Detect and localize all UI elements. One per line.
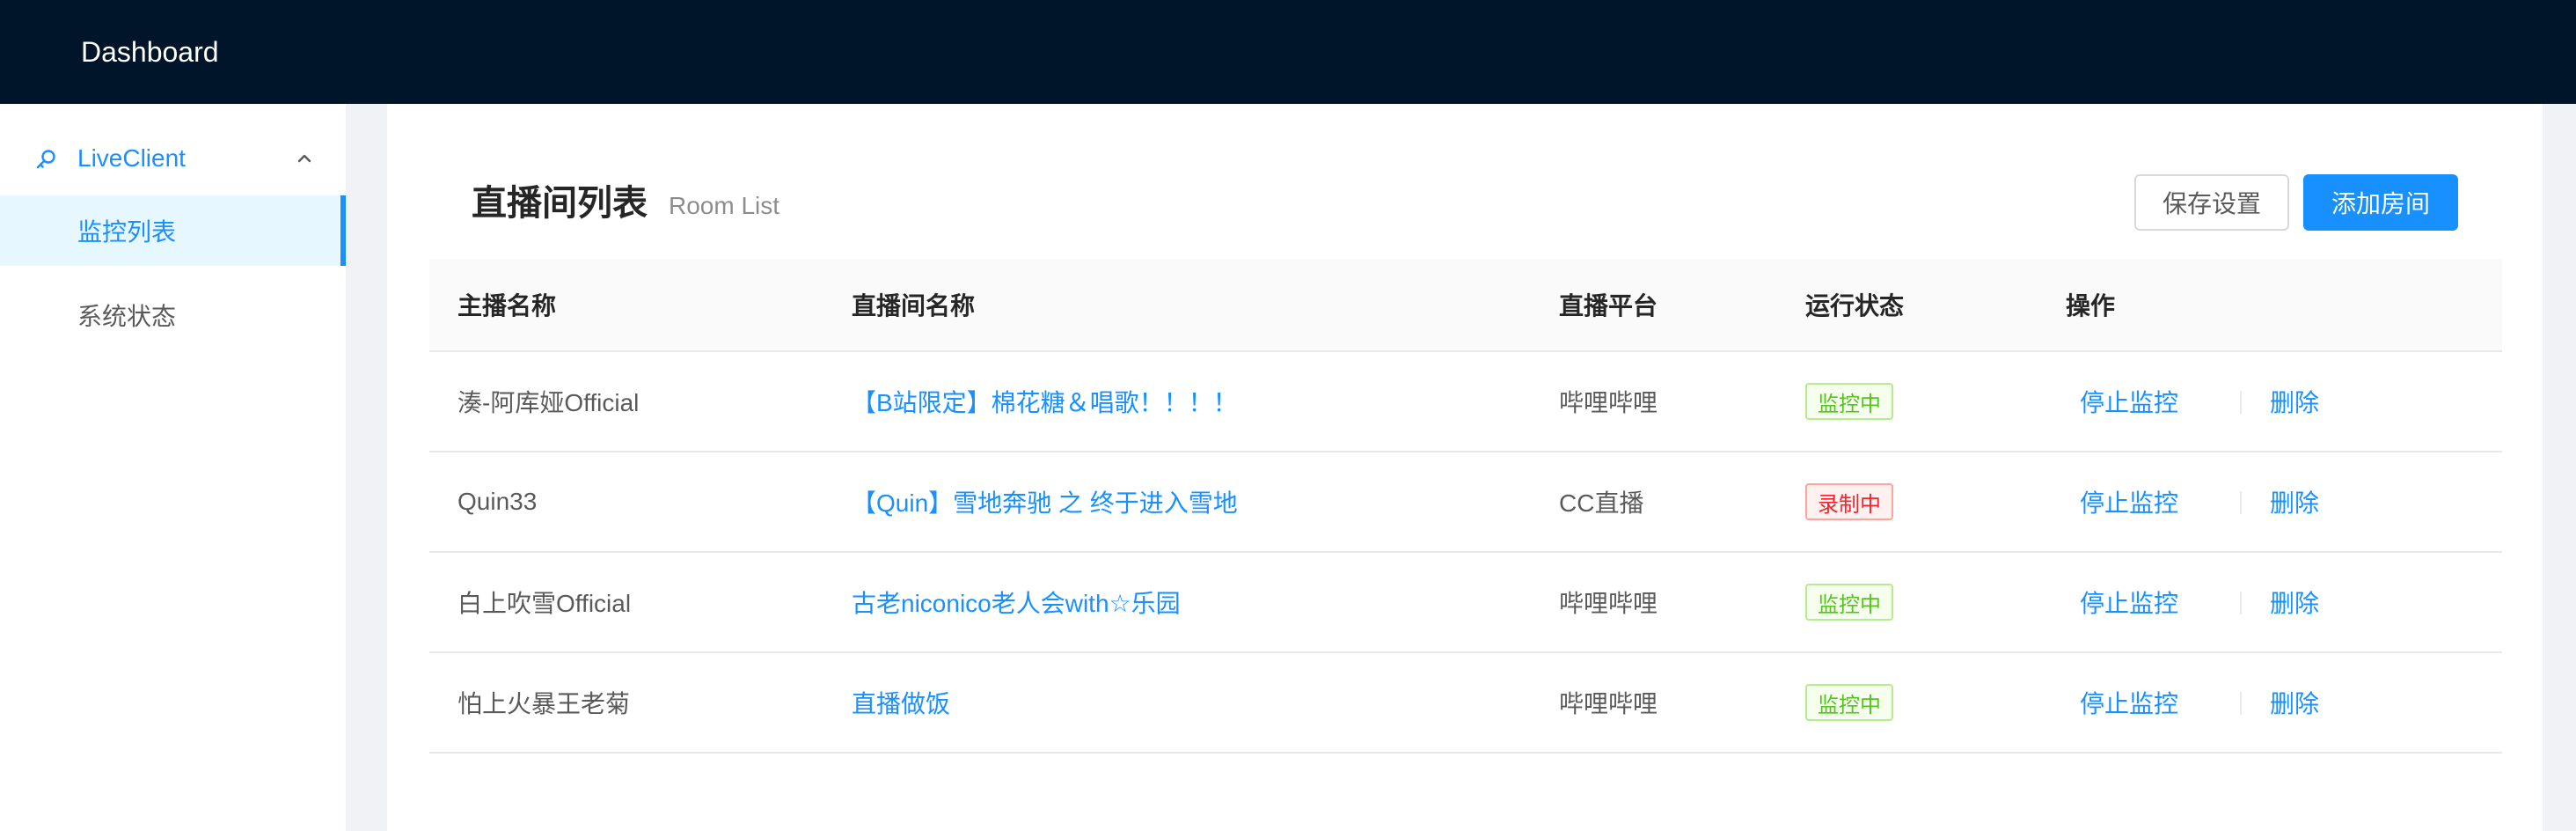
chevron-up-icon — [297, 154, 311, 163]
room-link[interactable]: 直播做饭 — [852, 653, 950, 752]
delete-link[interactable]: 删除 — [2270, 352, 2319, 451]
platform-name: 哔哩哔哩 — [1559, 389, 1658, 416]
top-header: Dashboard — [0, 0, 2576, 104]
key-icon — [36, 150, 55, 169]
streamer-name: 怕上火暴王老菊 — [457, 690, 631, 717]
status-badge: 监控中 — [1805, 584, 1893, 621]
status-cell: 录制中 — [1805, 452, 1893, 551]
table-row: 湊-阿库娅Official 【B站限定】棉花糖＆唱歌！！！！ 哔哩哔哩 监控中 … — [429, 352, 2502, 452]
stop-monitor-link[interactable]: 停止监控 — [2080, 352, 2178, 451]
platform-name: CC直播 — [1559, 489, 1644, 517]
column-header-platform: 直播平台 — [1559, 292, 1658, 320]
platform-name: 哔哩哔哩 — [1559, 590, 1658, 617]
delete-link[interactable]: 删除 — [2270, 452, 2319, 551]
streamer-name: 白上吹雪Official — [457, 590, 632, 617]
sidebar-item-monitor-list[interactable]: 监控列表 — [0, 195, 346, 266]
column-header-streamer: 主播名称 — [457, 292, 557, 320]
streamer-name: 湊-阿库娅Official — [457, 389, 640, 416]
delete-link[interactable]: 删除 — [2270, 653, 2319, 752]
room-link[interactable]: 【B站限定】棉花糖＆唱歌！！！！ — [852, 352, 1238, 451]
sidebar: LiveClient 监控列表 系统状态 — [0, 104, 346, 831]
action-divider — [2240, 491, 2242, 514]
main-content: 直播间列表 Room List 保存设置 添加房间 主播名称 直播间名称 直播平… — [387, 104, 2543, 831]
save-settings-button[interactable]: 保存设置 — [2134, 174, 2289, 231]
stop-monitor-link[interactable]: 停止监控 — [2080, 653, 2178, 752]
table-row: Quin33 【Quin】雪地奔驰 之 终于进入雪地 CC直播 录制中 停止监控… — [429, 452, 2502, 553]
column-header-actions: 操作 — [2066, 292, 2116, 320]
room-link[interactable]: 【Quin】雪地奔驰 之 终于进入雪地 — [852, 452, 1238, 551]
column-header-status: 运行状态 — [1805, 292, 1905, 320]
sidebar-item-label: 监控列表 — [77, 218, 177, 246]
status-cell: 监控中 — [1805, 553, 1893, 651]
status-cell: 监控中 — [1805, 653, 1893, 752]
table-row: 白上吹雪Official 古老niconico老人会with☆乐园 哔哩哔哩 监… — [429, 553, 2502, 653]
table-row: 怕上火暴王老菊 直播做饭 哔哩哔哩 监控中 停止监控 删除 — [429, 653, 2502, 754]
stop-monitor-link[interactable]: 停止监控 — [2080, 452, 2178, 551]
stop-monitor-link[interactable]: 停止监控 — [2080, 553, 2178, 651]
sidebar-item-label: 系统状态 — [77, 303, 177, 330]
platform-name: 哔哩哔哩 — [1559, 690, 1658, 717]
sidebar-item-system-status[interactable]: 系统状态 — [0, 280, 346, 350]
action-divider — [2240, 692, 2242, 715]
status-cell: 监控中 — [1805, 352, 1893, 451]
add-room-button[interactable]: 添加房间 — [2303, 174, 2458, 231]
status-badge: 录制中 — [1805, 483, 1893, 520]
app-title[interactable]: Dashboard — [81, 36, 219, 69]
action-divider — [2240, 592, 2242, 614]
page-title: 直播间列表 — [472, 184, 648, 223]
room-link[interactable]: 古老niconico老人会with☆乐园 — [852, 553, 1181, 651]
action-divider — [2240, 391, 2242, 414]
submenu-liveclient[interactable]: LiveClient — [0, 123, 346, 194]
page-subtitle: Room List — [669, 192, 780, 219]
streamer-name: Quin33 — [457, 488, 538, 515]
status-badge: 监控中 — [1805, 684, 1893, 721]
table-header: 主播名称 直播间名称 直播平台 运行状态 操作 — [429, 259, 2502, 352]
delete-link[interactable]: 删除 — [2270, 553, 2319, 651]
column-header-room: 直播间名称 — [852, 292, 976, 320]
status-badge: 监控中 — [1805, 383, 1893, 420]
submenu-label: LiveClient — [77, 144, 186, 172]
